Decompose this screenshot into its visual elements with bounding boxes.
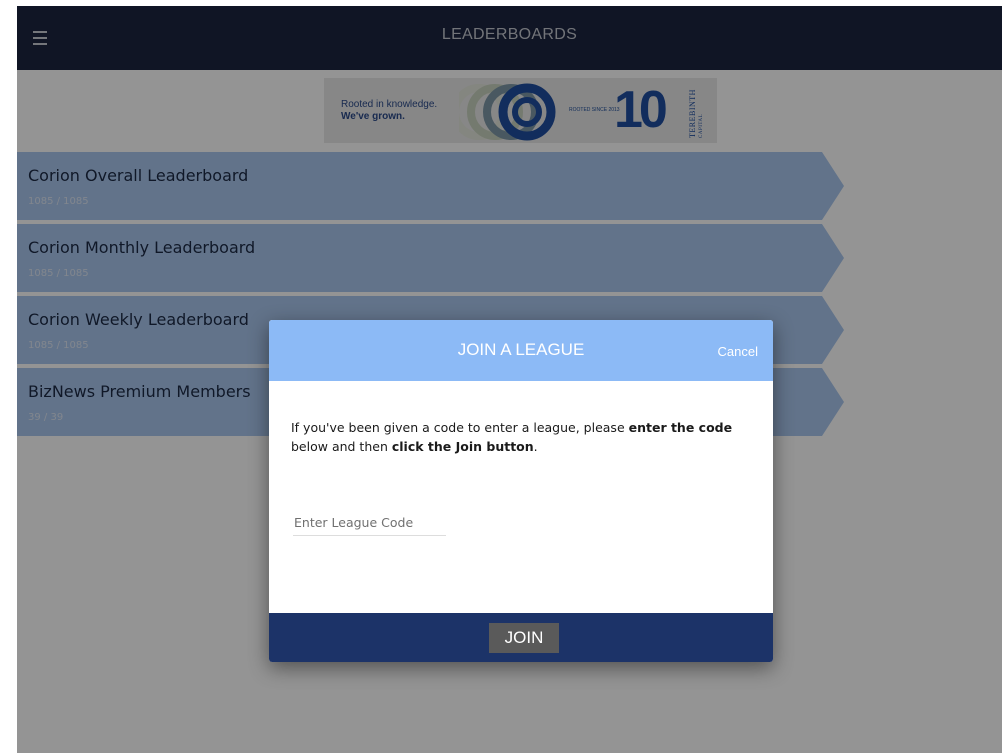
cancel-button[interactable]: Cancel <box>718 344 758 359</box>
dialog-footer: JOIN <box>269 613 773 662</box>
instr-bold-2: click the Join button <box>391 439 534 454</box>
dialog-title: JOIN A LEAGUE <box>457 340 585 359</box>
join-league-dialog: JOIN A LEAGUE Cancel If you've been give… <box>269 320 773 662</box>
dialog-header: JOIN A LEAGUE Cancel <box>269 320 773 381</box>
instr-text-2: below and then <box>291 439 392 454</box>
dialog-instructions: If you've been given a code to enter a l… <box>291 418 741 456</box>
instr-text-1: If you've been given a code to enter a l… <box>291 420 629 435</box>
instr-bold-1: enter the code <box>628 420 733 435</box>
instr-text-3: . <box>533 439 538 454</box>
join-button[interactable]: JOIN <box>489 623 559 653</box>
league-code-input[interactable] <box>293 509 446 536</box>
app-window: LEADERBOARDS Rooted in knowledge. We've … <box>17 6 1002 753</box>
